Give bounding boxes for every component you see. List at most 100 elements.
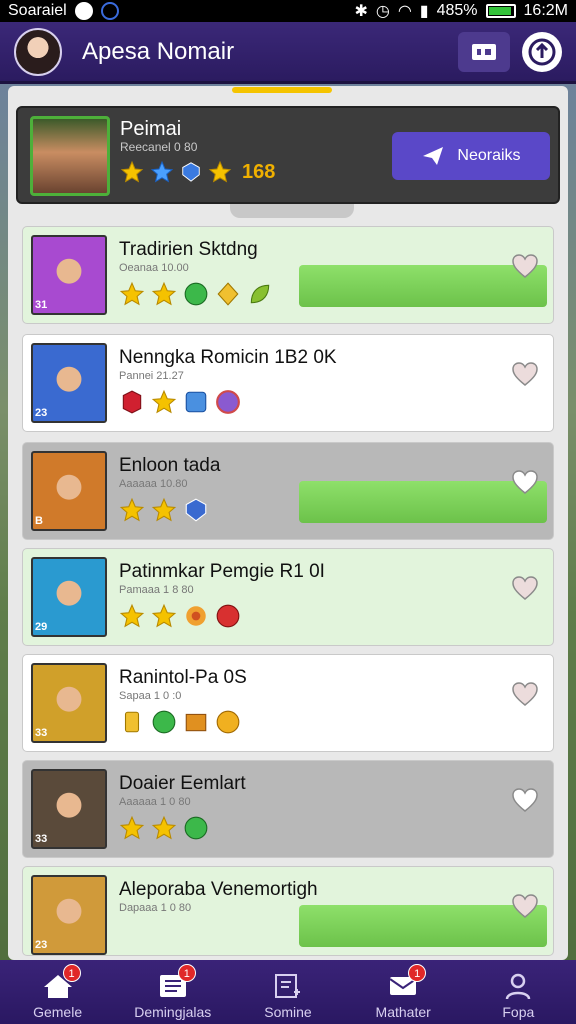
item-level: 29 bbox=[35, 621, 48, 633]
profile-name: Peimai bbox=[120, 118, 182, 140]
item-badges bbox=[119, 281, 273, 312]
nav-item-fopa[interactable]: Fopa bbox=[463, 960, 573, 1024]
carrier-label: Soaraiel bbox=[8, 2, 67, 19]
gem-coin-icon bbox=[215, 603, 241, 634]
gem-leaf-icon bbox=[247, 281, 273, 312]
item-thumbnail[interactable]: B bbox=[31, 451, 107, 531]
item-thumbnail[interactable]: 29 bbox=[31, 557, 107, 637]
item-title: Nenngka Romicin 1B2 0K bbox=[119, 347, 337, 368]
list-item[interactable]: 23 Aleporaba Venemortigh Dapaaa 1 0 80 bbox=[22, 866, 554, 956]
app-title: Apesa Nomair bbox=[82, 37, 235, 65]
item-badges bbox=[119, 603, 241, 634]
app-indicator-icon bbox=[100, 2, 119, 20]
battery-percent: 485% bbox=[436, 2, 478, 19]
nav-item-somine[interactable]: Somine bbox=[233, 960, 343, 1024]
favorite-heart-icon[interactable] bbox=[511, 469, 539, 500]
item-title: Patinmkar Pemgie R1 0I bbox=[119, 561, 325, 582]
list-item[interactable]: 33 Ranintol-Pa 0S Sapaa 1 0 :0 bbox=[22, 654, 554, 752]
item-subtitle: Pamaaa 1 8 80 bbox=[119, 584, 194, 596]
favorite-heart-icon[interactable] bbox=[511, 361, 539, 392]
gem-green-icon bbox=[183, 815, 209, 846]
profile-subtitle: Reecanel 0 80 bbox=[120, 140, 198, 154]
gem-blue-icon bbox=[183, 389, 209, 420]
notification-icon bbox=[74, 2, 93, 20]
gem-gold-icon bbox=[215, 281, 241, 312]
item-thumbnail[interactable]: 31 bbox=[31, 235, 107, 315]
item-title: Enloon tada bbox=[119, 455, 221, 476]
nav-item-demingjalas[interactable]: Demingjalas 1 bbox=[118, 960, 228, 1024]
item-level: 33 bbox=[35, 833, 48, 845]
item-title: Aleporaba Venemortigh bbox=[119, 879, 318, 900]
list-item[interactable]: 31 Tradirien Sktdng Oeanaa 10.00 bbox=[22, 226, 554, 324]
profile-avatar[interactable] bbox=[30, 116, 110, 196]
panel-tab-indicator bbox=[232, 87, 332, 93]
gem-green-icon bbox=[151, 709, 177, 740]
send-icon bbox=[423, 147, 444, 165]
item-subtitle: Aaaaaa 10.80 bbox=[119, 478, 188, 490]
item-thumbnail[interactable]: 23 bbox=[31, 875, 107, 955]
notification-badge: 1 bbox=[408, 964, 427, 982]
notification-badge: 1 bbox=[177, 964, 196, 982]
panel-notch bbox=[230, 204, 354, 218]
item-thumbnail[interactable]: 33 bbox=[31, 769, 107, 849]
item-badges bbox=[119, 815, 209, 846]
nav-label: Demingjalas bbox=[134, 1004, 212, 1020]
item-title: Doaier Eemlart bbox=[119, 773, 246, 794]
gem-red-icon bbox=[119, 389, 145, 420]
item-subtitle: Oeanaa 10.00 bbox=[119, 262, 189, 274]
star-icon bbox=[151, 497, 177, 528]
gem-flower-icon bbox=[183, 603, 209, 634]
star-icon bbox=[119, 281, 145, 312]
alarm-icon: ◷ bbox=[375, 3, 390, 20]
signal-icon: ▮ bbox=[419, 3, 429, 20]
user-avatar[interactable] bbox=[14, 27, 62, 76]
item-progress-fill bbox=[299, 265, 547, 307]
item-progress-fill bbox=[299, 481, 547, 523]
nav-label: Gemele bbox=[33, 1004, 83, 1020]
nav-item-gemele[interactable]: Gemele 1 bbox=[3, 960, 113, 1024]
star-icon bbox=[151, 389, 177, 420]
gem-coin-gold-icon bbox=[215, 709, 241, 740]
profile-badges: 168 bbox=[120, 160, 275, 184]
status-bar: Soaraiel ✱ ◷ ◠ ▮ 485% 16:2M bbox=[0, 0, 576, 22]
favorite-heart-icon[interactable] bbox=[511, 575, 539, 606]
upload-icon bbox=[528, 38, 556, 65]
notification-badge: 1 bbox=[62, 964, 81, 982]
favorite-heart-icon[interactable] bbox=[511, 681, 539, 712]
item-subtitle: Sapaa 1 0 :0 bbox=[119, 690, 182, 702]
item-thumbnail[interactable]: 33 bbox=[31, 663, 107, 743]
item-level: 33 bbox=[35, 727, 48, 739]
list-item[interactable]: 29 Patinmkar Pemgie R1 0I Pamaaa 1 8 80 bbox=[22, 548, 554, 646]
nav-item-mathater[interactable]: Mathater 1 bbox=[348, 960, 458, 1024]
bottom-nav: Gemele 1 Demingjalas 1 Somine Mathater 1 Fopa bbox=[0, 960, 576, 1024]
blue-star-icon bbox=[150, 160, 174, 183]
star-icon bbox=[151, 603, 177, 634]
item-progress-fill bbox=[299, 905, 547, 947]
list-item[interactable]: 33 Doaier Eemlart Aaaaaa 1 0 80 bbox=[22, 760, 554, 858]
upload-button[interactable] bbox=[522, 31, 562, 72]
nav-label: Mathater bbox=[375, 1004, 431, 1020]
wallet-icon bbox=[472, 43, 496, 60]
item-title: Tradirien Sktdng bbox=[119, 239, 258, 260]
favorite-heart-icon[interactable] bbox=[511, 787, 539, 818]
favorite-heart-icon[interactable] bbox=[511, 893, 539, 924]
item-thumbnail[interactable]: 23 bbox=[31, 343, 107, 423]
profile-score: 168 bbox=[242, 160, 276, 183]
item-badges bbox=[119, 389, 241, 420]
nav-label: Somine bbox=[264, 1004, 312, 1020]
profile-card: Peimai Reecanel 0 80 168 Neoraiks bbox=[16, 106, 560, 204]
messages-button[interactable]: Neoraiks bbox=[392, 132, 550, 180]
gem-purple-icon bbox=[215, 389, 241, 420]
list-item[interactable]: B Enloon tada Aaaaaa 10.80 bbox=[22, 442, 554, 540]
item-level: B bbox=[35, 515, 43, 527]
item-subtitle: Aaaaaa 1 0 80 bbox=[119, 796, 191, 808]
item-subtitle: Pannei 21.27 bbox=[119, 370, 184, 382]
app-header: Apesa Nomair bbox=[0, 22, 576, 84]
wallet-button[interactable] bbox=[458, 31, 510, 72]
item-badges bbox=[119, 497, 209, 528]
favorite-heart-icon[interactable] bbox=[511, 253, 539, 284]
shield-badge-icon bbox=[182, 162, 200, 182]
list-item[interactable]: 23 Nenngka Romicin 1B2 0K Pannei 21.27 bbox=[22, 334, 554, 432]
item-level: 31 bbox=[35, 299, 48, 311]
messages-button-label: Neoraiks bbox=[457, 147, 521, 164]
